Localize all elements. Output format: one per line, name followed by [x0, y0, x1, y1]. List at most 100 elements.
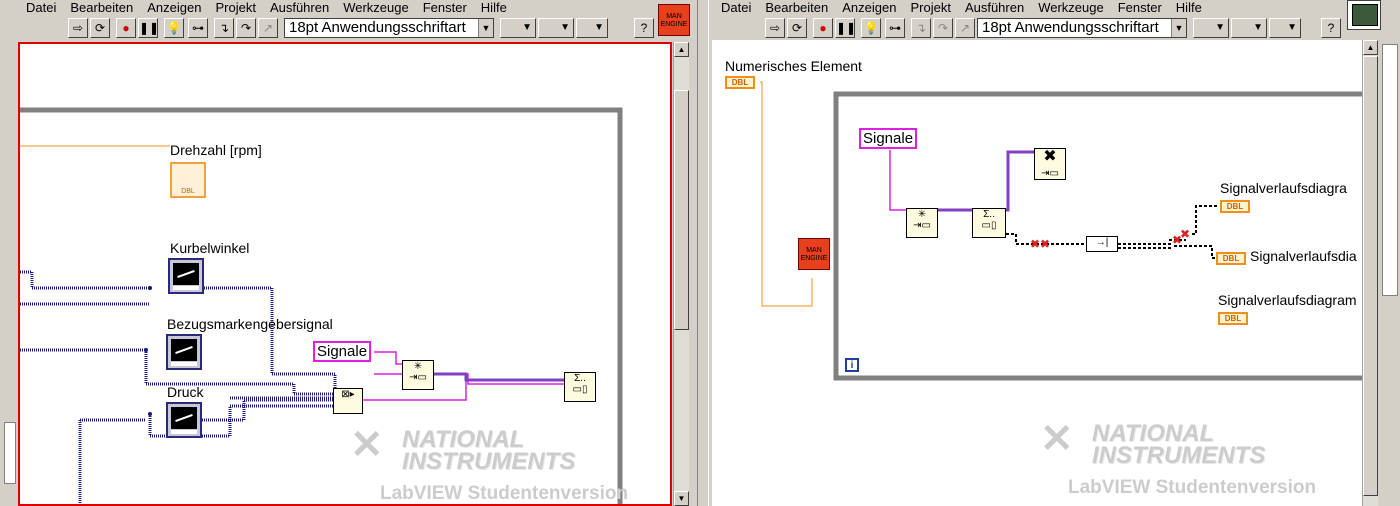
block-diagram-canvas-left[interactable]: Drehzahl [rpm] DBL Kurbelwinkel Bezugsma… [18, 42, 672, 506]
dequeue-node-right[interactable]: Σ.. ▭▯ [972, 208, 1006, 238]
scroll-up-left-icon[interactable]: ▲ [674, 42, 689, 57]
vi-connector-icon-right[interactable] [1347, 0, 1381, 30]
subvi-engine-icon[interactable]: MAN ENGINE [798, 238, 830, 270]
kurbelwinkel-chart-icon[interactable] [168, 258, 204, 294]
menu-anzeigen[interactable]: Anzeigen [147, 0, 201, 15]
menu-bearbeiten-r[interactable]: Bearbeiten [765, 0, 828, 15]
font-select-right[interactable]: 18pt Anwendungsschriftart ▼ [977, 18, 1187, 38]
label-bezugsmarken: Bezugsmarkengebersignal [167, 316, 333, 332]
wires-left [20, 107, 623, 504]
menubar-left: Datei Bearbeiten Anzeigen Projekt Ausführen W… [26, 0, 521, 15]
abort-r-icon[interactable]: ● [813, 18, 833, 38]
abort-icon[interactable]: ● [116, 18, 136, 38]
label-kurbelwinkel: Kurbelwinkel [170, 240, 250, 256]
pause-icon[interactable]: ❚❚ [138, 18, 159, 38]
retain-wire-values-icon[interactable]: ⊶ [188, 18, 208, 38]
watermark-labview-right: LabVIEW Studentenversion [1068, 477, 1317, 498]
menu-hilfe[interactable]: Hilfe [481, 0, 507, 15]
pause-r-icon[interactable]: ❚❚ [835, 18, 856, 38]
drehzahl-gauge-icon[interactable]: DBL [170, 162, 206, 198]
scroll-up-right-icon[interactable]: ▲ [1363, 40, 1378, 55]
help-button-right[interactable]: ? [1321, 18, 1341, 38]
right-panel-edge [1379, 40, 1400, 506]
watermark-instruments-right: INSTRUMENTS [1092, 442, 1266, 469]
reorder-dropdown[interactable]: ▼ [576, 18, 608, 38]
signalverlauf-3-terminal[interactable]: DBL [1218, 312, 1248, 325]
bundle-node-left[interactable]: ⊠▸ [333, 388, 363, 414]
menu-ausfuehren[interactable]: Ausführen [270, 0, 329, 15]
left-block-diagram-window: Datei Bearbeiten Anzeigen Projekt Ausführen W… [0, 0, 697, 506]
scrollbar-right[interactable]: ▲ [1362, 40, 1378, 506]
menu-projekt-r[interactable]: Projekt [910, 0, 950, 15]
svg-text:✖✖: ✖✖ [1030, 237, 1050, 251]
menubar-right: Datei Bearbeiten Anzeigen Projekt Ausführen W… [721, 0, 1216, 15]
menu-ausfuehren-r[interactable]: Ausführen [965, 0, 1024, 15]
release-queue-node-right[interactable]: ✖ ⇥▭ [1034, 148, 1066, 180]
reorder-r-dropdown[interactable]: ▼ [1269, 18, 1301, 38]
scroll-down-left-icon[interactable]: ▼ [674, 491, 689, 506]
watermark-instruments-left: INSTRUMENTS [402, 448, 576, 475]
block-diagram-canvas-right[interactable]: ✖✖ ✖ ✖ Numerisches Element DBL MAN ENGIN… [712, 40, 1362, 506]
distribute-objects-r-dropdown[interactable]: ▼ [1231, 18, 1267, 38]
svg-text:✖: ✖ [1180, 227, 1190, 241]
druck-chart-icon[interactable] [166, 402, 202, 438]
obtain-queue-node-right[interactable]: ✳ ⇥▭ [906, 208, 938, 238]
label-signalverlauf-2: Signalverlaufsdia [1250, 248, 1357, 264]
menu-hilfe-r[interactable]: Hilfe [1176, 0, 1202, 15]
step-into-r-icon[interactable]: ↴ [911, 18, 931, 38]
run-continuous-r-icon[interactable]: ⟳ [787, 18, 807, 38]
build-array-node-right[interactable]: →| [1086, 236, 1118, 252]
retain-wire-values-r-icon[interactable]: ⊶ [885, 18, 905, 38]
label-druck: Druck [167, 384, 204, 400]
bezugsmarken-chart-icon[interactable] [166, 334, 202, 370]
signalverlauf-2-terminal[interactable]: DBL [1216, 252, 1246, 265]
window-splitter[interactable] [697, 0, 709, 506]
scrollbar-left[interactable]: ▲ ▼ [673, 42, 689, 506]
label-drehzahl: Drehzahl [rpm] [170, 142, 262, 158]
ni-logo-right-icon: ✕ [1040, 417, 1074, 461]
menu-werkzeuge-r[interactable]: Werkzeuge [1038, 0, 1104, 15]
highlight-execution-r-icon[interactable]: 💡 [861, 18, 881, 38]
step-out-r-icon[interactable]: ↗ [955, 18, 975, 38]
highlight-execution-icon[interactable]: 💡 [164, 18, 184, 38]
menu-datei-r[interactable]: Datei [721, 0, 751, 15]
left-panel-edge [0, 42, 18, 506]
menu-anzeigen-r[interactable]: Anzeigen [842, 0, 896, 15]
run-continuous-icon[interactable]: ⟳ [90, 18, 110, 38]
label-numerisches-element: Numerisches Element [725, 58, 862, 74]
menu-projekt[interactable]: Projekt [215, 0, 255, 15]
step-over-icon[interactable]: ↷ [236, 18, 256, 38]
dequeue-node-left[interactable]: Σ.. ▭▯ [564, 372, 596, 402]
label-signalverlauf-1: Signalverlaufsdiagra [1220, 180, 1347, 196]
wires-right: ✖✖ ✖ ✖ [760, 81, 1362, 381]
obtain-queue-node-left[interactable]: ✳ ⇥▭ [402, 360, 434, 390]
align-objects-r-dropdown[interactable]: ▼ [1193, 18, 1229, 38]
step-over-r-icon[interactable]: ↷ [933, 18, 953, 38]
toolbar-right: ⇨ ⟳ ● ❚❚ 💡 ⊶ ↴ ↷ ↗ 18pt Anwendungsschrif… [709, 16, 1400, 42]
step-out-icon[interactable]: ↗ [258, 18, 278, 38]
font-select-left[interactable]: 18pt Anwendungsschriftart ▼ [284, 18, 494, 38]
iteration-terminal[interactable]: i [845, 358, 859, 372]
help-button-left[interactable]: ? [634, 18, 654, 38]
menu-werkzeuge[interactable]: Werkzeuge [343, 0, 409, 15]
signale-control-left[interactable]: Signale [313, 341, 372, 362]
menu-datei[interactable]: Datei [26, 0, 56, 15]
menu-fenster[interactable]: Fenster [423, 0, 467, 15]
menu-fenster-r[interactable]: Fenster [1118, 0, 1162, 15]
signale-control-right[interactable]: Signale [859, 128, 918, 149]
signalverlauf-1-terminal[interactable]: DBL [1220, 200, 1250, 213]
step-into-icon[interactable]: ↴ [214, 18, 234, 38]
distribute-objects-dropdown[interactable]: ▼ [538, 18, 574, 38]
menu-bearbeiten[interactable]: Bearbeiten [70, 0, 133, 15]
run-arrow-icon[interactable]: ⇨ [68, 18, 88, 38]
scroll-thumb-left[interactable] [674, 90, 689, 330]
label-signalverlauf-3: Signalverlaufsdiagram [1218, 292, 1357, 308]
ni-logo-left-icon: ✕ [350, 423, 384, 467]
scroll-thumb-right[interactable] [1363, 56, 1378, 496]
watermark-labview-left: LabVIEW Studentenversion [380, 483, 629, 504]
vi-engine-icon-left[interactable]: MAN ENGINE [658, 4, 690, 36]
run-broken-icon[interactable]: ⇨ [765, 18, 785, 38]
numerisches-element-terminal[interactable]: DBL [725, 76, 755, 89]
toolbar-left: ⇨ ⟳ ● ❚❚ 💡 ⊶ ↴ ↷ ↗ 18pt Anwendungsschrif… [0, 16, 697, 42]
align-objects-dropdown[interactable]: ▼ [500, 18, 536, 38]
